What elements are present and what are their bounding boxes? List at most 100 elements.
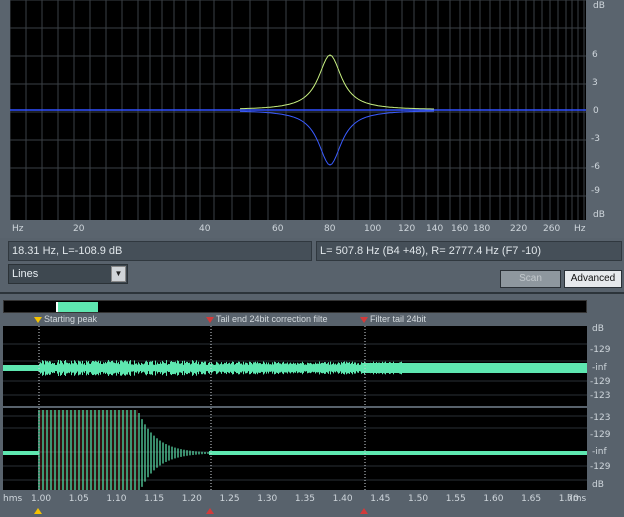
freq-label: 40: [199, 224, 211, 234]
waveform-channel-right[interactable]: [3, 408, 587, 493]
waveform-segment: [222, 364, 223, 372]
marker-filter-tail[interactable]: Filter tail 24bit: [360, 314, 426, 324]
waveform-segment: [275, 362, 276, 374]
waveform-segment: [335, 363, 336, 373]
waveform-segment: [80, 361, 81, 375]
chevron-down-icon[interactable]: ▼: [111, 266, 126, 282]
waveform-segment: [162, 360, 163, 376]
overview-thumb[interactable]: [56, 302, 98, 312]
waveform-segment: [288, 364, 289, 372]
time-tick-label: 1.50: [408, 494, 429, 504]
waveform-segment: [187, 361, 188, 375]
waveform-segment: [197, 363, 198, 373]
spectrum-panel: dB 6 3 0 -3 -6 -9 dB Hz 20 40 60 80 100 …: [0, 0, 624, 238]
waveform-segment: [256, 363, 257, 373]
waveform-segment: [219, 364, 220, 372]
waveform-segment: [139, 363, 140, 373]
waveform-segment: [263, 361, 264, 375]
waveform-segment: [334, 364, 335, 372]
spectrum-plot[interactable]: [10, 0, 586, 220]
waveform-segment: [247, 363, 248, 373]
waveform-segment: [93, 361, 94, 375]
view-mode-select[interactable]: Lines ▼: [8, 264, 128, 284]
waveform-segment: [326, 363, 327, 373]
waveform-segment: [96, 361, 97, 375]
waveform-segment: [308, 363, 309, 373]
overview-scrollbar[interactable]: [3, 300, 587, 313]
waveform-segment: [278, 362, 279, 374]
time-tick-label: 1.55: [445, 494, 466, 504]
waveform-segment: [327, 363, 328, 373]
waveform-segment: [72, 363, 73, 373]
waveform-segment: [338, 362, 339, 374]
waveform-segment: [349, 362, 350, 374]
waveform-segment: [337, 363, 338, 373]
waveform-segment: [61, 361, 62, 375]
waveform-segment: [283, 361, 284, 375]
time-tick-label: 1.60: [483, 494, 504, 504]
waveform-segment: [277, 362, 278, 374]
waveform-segment: [234, 364, 235, 372]
waveform-segment: [116, 360, 117, 376]
waveform-segment: [321, 362, 322, 374]
waveform-segment: [289, 363, 290, 373]
waveform-channel-left[interactable]: [3, 326, 587, 406]
waveform-segment: [223, 364, 224, 372]
time-tick-label: 1.10: [106, 494, 127, 504]
marker-tail-end[interactable]: Tail end 24bit correction filte: [206, 314, 328, 324]
waveform-segment: [175, 361, 176, 375]
freq-label: 160: [451, 224, 469, 234]
db-label: 3: [592, 78, 598, 88]
waveform-segment: [324, 362, 325, 374]
waveform-segment: [343, 362, 344, 374]
waveform-segment: [339, 363, 340, 373]
waveform-segment: [173, 361, 174, 375]
time-ruler[interactable]: hms 1.00 1.05 1.10 1.15 1.20 1.25 1.30 1.35 1.40…: [0, 491, 624, 505]
waveform-segment: [169, 364, 170, 372]
time-unit-right: hms: [567, 494, 587, 504]
waveform-segment: [208, 363, 209, 373]
waveform-segment: [325, 362, 326, 374]
advanced-button[interactable]: Advanced: [564, 270, 622, 288]
spectrum-graph: [10, 0, 586, 220]
freq-unit-left: Hz: [12, 224, 24, 234]
waveform-segment: [269, 364, 270, 372]
waveform-segment: [168, 363, 169, 373]
freq-label: 80: [324, 224, 336, 234]
waveform-segment: [252, 364, 253, 372]
time-tick-label: 1.20: [181, 494, 202, 504]
waveform-segment: [109, 361, 110, 375]
waveform-segment: [163, 362, 164, 374]
waveform-segment: [266, 362, 267, 374]
waveform-segment: [103, 362, 104, 374]
marker-handle-tail-end[interactable]: [206, 508, 214, 514]
waveform-segment: [232, 361, 233, 375]
waveform-segment: [115, 363, 116, 373]
marker-handle-starting-peak[interactable]: [34, 508, 42, 514]
waveform-segment: [110, 362, 111, 374]
waveform-segment: [55, 364, 56, 372]
waveform-segment: [136, 363, 137, 373]
marker-label: Starting peak: [44, 314, 98, 324]
waveform-segment: [155, 360, 156, 376]
freq-label: 220: [510, 224, 528, 234]
waveform-segment: [149, 361, 150, 375]
waveform-segment: [105, 362, 106, 374]
wave-db-label: -129: [590, 462, 611, 472]
waveform-segment: [148, 364, 149, 372]
waveform-segment: [340, 364, 341, 372]
waveform-segment: [331, 364, 332, 372]
waveform-segment: [353, 363, 354, 373]
waveform-segment: [3, 451, 39, 455]
waveform-segment: [74, 360, 75, 376]
waveform-segment: [241, 363, 242, 373]
waveform-segment: [240, 363, 241, 373]
marker-handle-filter-tail[interactable]: [360, 508, 368, 514]
wave-db-unit-top: dB: [592, 324, 604, 334]
waveform-segment: [260, 363, 261, 373]
waveform-segment: [182, 360, 183, 376]
marker-starting-peak[interactable]: Starting peak: [34, 314, 97, 324]
scan-button[interactable]: Scan: [500, 270, 561, 288]
waveform-segment: [205, 361, 206, 375]
waveform-segment: [141, 362, 142, 374]
